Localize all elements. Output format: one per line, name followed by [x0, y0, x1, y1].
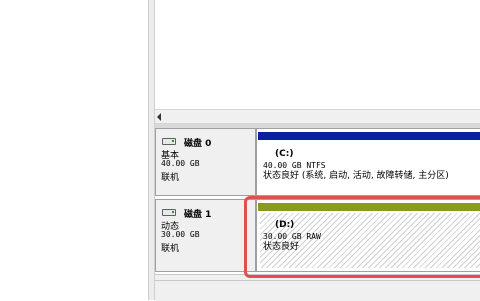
volume-list-view	[155, 0, 480, 109]
disk-state: 联机	[161, 244, 180, 254]
disk-name: 磁盘 1	[184, 210, 212, 220]
disk-0-info[interactable]: 磁盘 0 基本 40.00 GB 联机	[155, 128, 256, 196]
navigation-pane	[0, 0, 148, 300]
disk-name: 磁盘 0	[184, 139, 212, 149]
legend-strip	[155, 274, 480, 301]
partition-size-fs: 40.00 GB NTFS	[263, 161, 326, 170]
partition-status: 状态良好 (系统, 启动, 活动, 故障转储, 主分区)	[263, 171, 449, 181]
disk-1-info[interactable]: 磁盘 1 动态 30.00 GB 联机	[155, 199, 256, 272]
partition-primary-bar	[258, 132, 480, 140]
partition-c[interactable]: (C:) 40.00 GB NTFS 状态良好 (系统, 启动, 活动, 故障转…	[256, 128, 480, 196]
disk-size: 40.00 GB	[161, 159, 200, 168]
annotation-highlight-box	[244, 196, 480, 278]
disk-state: 联机	[161, 173, 180, 183]
horizontal-scrollbar[interactable]	[155, 109, 480, 124]
partition-label: (C:)	[275, 149, 294, 159]
scroll-left-arrow-icon[interactable]	[157, 113, 161, 121]
hard-disk-icon	[162, 138, 176, 145]
disk-size: 30.00 GB	[161, 230, 200, 239]
pane-splitter[interactable]	[148, 0, 155, 300]
divider-line	[155, 280, 480, 281]
hard-disk-icon	[162, 209, 176, 216]
